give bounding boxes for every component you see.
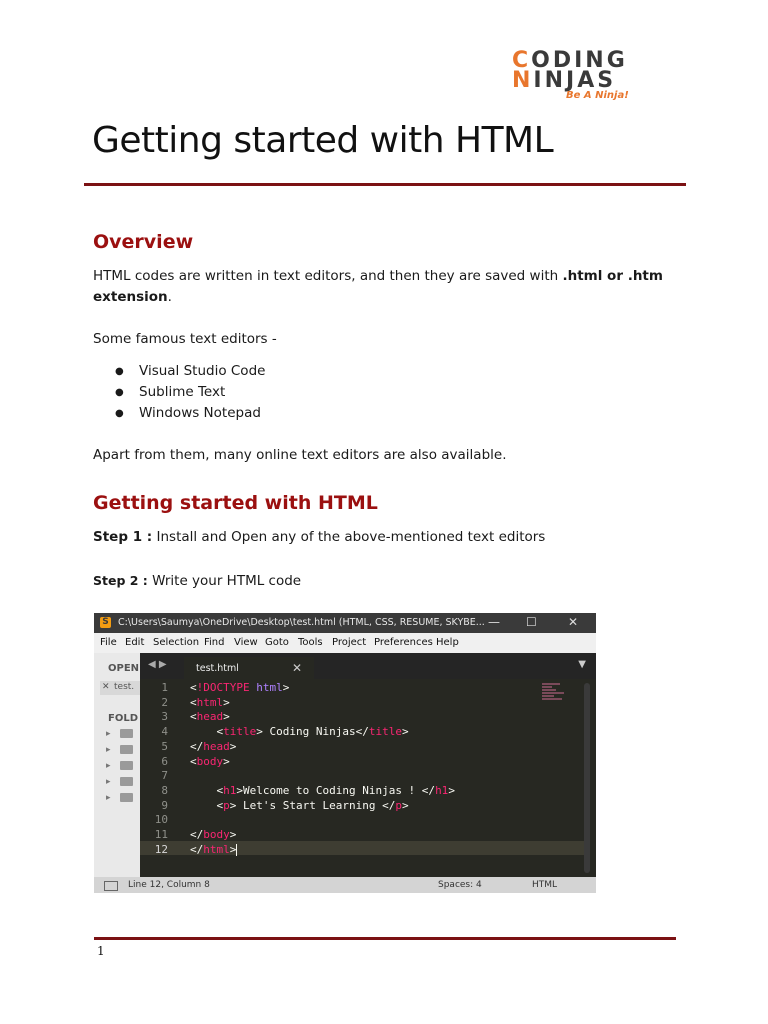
line-number: 3 [161,710,168,724]
page-title: Getting started with HTML [92,120,554,161]
folder-icon [120,729,133,738]
sublime-app-icon: S [100,617,111,628]
code-area[interactable]: <!DOCTYPE html> <html> <head> <title> Co… [190,679,580,877]
line-number: 2 [161,695,168,709]
line-number: 4 [161,725,168,739]
line-number: 12 [154,842,168,856]
line-number: 6 [161,754,168,768]
line-number: 1 [161,681,168,694]
menu-selection[interactable]: Selection [153,637,199,648]
code-line: <!DOCTYPE html> [190,681,290,694]
footer-divider [94,937,676,940]
code-line: </body> [190,828,237,841]
line-number: 9 [161,798,168,812]
sidebar-folder[interactable]: ▸ [106,761,136,771]
editor-titlebar: S C:\Users\Saumya\OneDrive\Desktop\test.… [94,613,596,633]
list-item: Windows Notepad [93,403,265,424]
minimize-icon[interactable]: — [488,615,500,629]
code-line: </head> [190,739,237,753]
step-2-label: Step 2 : [93,573,148,588]
line-number: 7 [161,769,168,783]
chevron-down-icon[interactable]: ▼ [578,659,586,670]
editor-scrollbar[interactable] [584,683,590,873]
sidebar-folder[interactable]: ▸ [106,745,136,755]
logo-letter-n: N [512,68,534,93]
sidebar-open-file[interactable]: ✕ test. [100,681,140,695]
folder-icon [120,761,133,770]
menu-goto[interactable]: Goto [265,637,289,648]
close-icon[interactable]: ✕ [292,661,302,675]
close-icon[interactable]: ✕ [568,615,578,629]
sidebar-folder[interactable]: ▸ [106,729,136,739]
status-indentation[interactable]: Spaces: 4 [438,880,482,890]
line-number: 8 [161,783,168,797]
panel-toggle-icon[interactable] [104,881,118,891]
maximize-icon[interactable]: ☐ [526,615,537,629]
code-line: <title> Coding Ninjas</title> [190,725,409,739]
tab-nav-arrows-icon[interactable]: ◀ ▶ [148,659,167,670]
page-number: 1 [97,944,105,958]
menu-view[interactable]: View [234,637,258,648]
sublime-editor-screenshot: S C:\Users\Saumya\OneDrive\Desktop\test.… [94,613,596,893]
sidebar-file-name: test. [114,682,135,692]
editor-statusbar: Line 12, Column 8 Spaces: 4 HTML [94,877,596,893]
line-number: 10 [154,813,168,827]
tab-test-html[interactable]: test.html ✕ [184,657,314,679]
status-syntax[interactable]: HTML [532,880,557,890]
editor-sidebar: OPEN ✕ test. FOLD ▸ ▸ ▸ ▸ ▸ [94,653,140,877]
menu-file[interactable]: File [100,637,117,648]
logo-row-ninjas: NINJAS [512,70,616,92]
editors-list: Visual Studio Code Sublime Text Windows … [93,361,265,424]
close-icon[interactable]: ✕ [102,682,110,692]
overview-text: HTML codes are written in text editors, … [93,268,563,284]
sidebar-folder[interactable]: ▸ [106,793,136,803]
list-item: Sublime Text [93,382,265,403]
menu-find[interactable]: Find [204,637,225,648]
overview-period: . [167,289,172,305]
tab-label: test.html [196,663,239,674]
code-line: <body> [190,754,230,768]
online-editors-note: Apart from them, many online text editor… [93,447,507,463]
line-number: 11 [154,828,168,841]
code-line: <h1>Welcome to Coding Ninjas ! </h1> [190,783,455,797]
step-1-text: Install and Open any of the above-mentio… [152,529,546,545]
code-line: </html> [190,842,238,856]
list-item: Visual Studio Code [93,361,265,382]
sidebar-folder[interactable]: ▸ [106,777,136,787]
code-line: <head> [190,710,230,724]
editors-intro: Some famous text editors - [93,331,277,347]
folder-icon [120,793,133,802]
menu-tools[interactable]: Tools [298,637,323,648]
menu-help[interactable]: Help [436,637,459,648]
logo-tagline: Be A Ninja! [566,90,629,101]
status-cursor-position: Line 12, Column 8 [128,880,210,890]
step-2-text: Write your HTML code [147,573,302,589]
sidebar-open-files-label: OPEN [108,663,140,674]
step-2: Step 2 : Write your HTML code [93,570,301,592]
folder-icon [120,745,133,754]
sidebar-folders-label: FOLD [108,713,139,724]
overview-heading: Overview [93,231,194,253]
step-1-label: Step 1 : [93,529,153,545]
menu-edit[interactable]: Edit [125,637,144,648]
text-caret [236,843,238,856]
menu-preferences[interactable]: Preferences [374,637,433,648]
step-1: Step 1 : Install and Open any of the abo… [93,527,545,548]
editor-menubar: File Edit Selection Find View Goto Tools… [94,633,596,653]
menu-project[interactable]: Project [332,637,366,648]
editor-window-title: C:\Users\Saumya\OneDrive\Desktop\test.ht… [118,617,485,628]
code-line: <p> Let's Start Learning </p> [190,798,409,812]
editor-minimap[interactable] [542,683,572,713]
code-line: <html> [190,695,230,709]
folder-icon [120,777,133,786]
getting-started-heading: Getting started with HTML [93,492,378,514]
overview-paragraph: HTML codes are written in text editors, … [93,266,673,308]
editor-tabbar: ◀ ▶ test.html ✕ ▼ [140,653,596,679]
title-divider [84,183,686,186]
coding-ninjas-logo: CODING NINJAS Be A Ninja! [512,50,632,102]
line-number: 5 [161,739,168,753]
